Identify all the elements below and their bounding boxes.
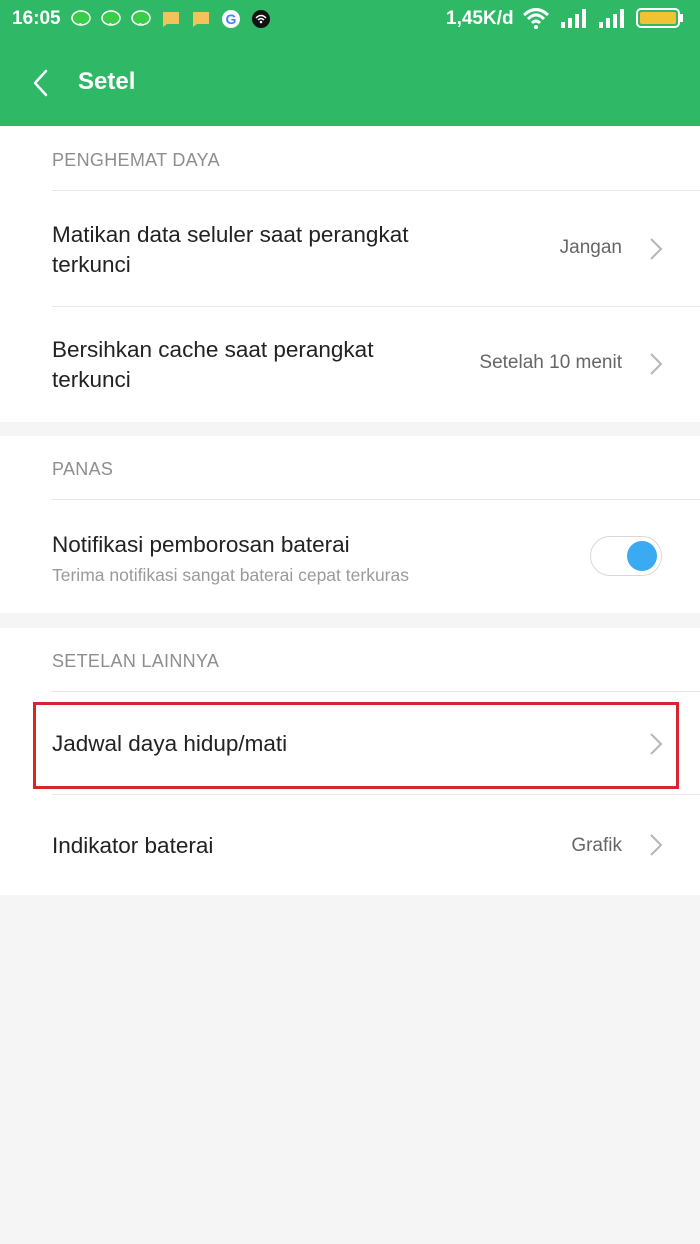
list-item-clear-cache[interactable]: Bersihkan cache saat perangkat terkunci … <box>0 307 700 422</box>
google-icon: G <box>220 8 242 30</box>
battery-icon <box>636 7 684 34</box>
signal-icon <box>560 7 588 34</box>
section-label: PANAS <box>52 459 114 479</box>
item-label: Notifikasi pemborosan baterai <box>52 532 350 557</box>
battery-drain-toggle[interactable] <box>590 536 662 576</box>
section-label: PENGHEMAT DAYA <box>52 150 220 170</box>
status-time: 16:05 <box>12 8 61 29</box>
app-bar: Setel <box>0 58 700 110</box>
back-button[interactable] <box>28 66 58 100</box>
chevron-right-icon <box>650 834 663 856</box>
chevron-left-icon <box>33 69 48 97</box>
toggle-knob <box>627 541 657 571</box>
item-value: Jangan <box>559 237 622 258</box>
header: 16:05 G 1,45K/d Setel <box>0 0 700 126</box>
message-icon <box>190 8 212 30</box>
line-icon <box>70 8 92 30</box>
item-label: Bersihkan cache saat perangkat terkunci <box>52 337 374 392</box>
system-icons <box>522 6 684 35</box>
item-value: Grafik <box>571 835 622 856</box>
signal-icon <box>598 7 626 34</box>
list-item-mobile-data[interactable]: Matikan data seluler saat perangkat terk… <box>0 191 700 306</box>
wifi-icon <box>522 6 550 35</box>
status-bar: 16:05 G 1,45K/d <box>0 0 700 40</box>
item-label: Indikator baterai <box>52 833 214 858</box>
network-speed: 1,45K/d <box>446 8 514 29</box>
item-description: Terima notifikasi sangat baterai cepat t… <box>52 565 409 585</box>
item-value: Setelah 10 menit <box>479 352 622 373</box>
svg-text:G: G <box>226 11 237 27</box>
list-item-battery-indicator[interactable]: Indikator baterai Grafik <box>0 795 700 895</box>
page-title: Setel <box>78 68 136 95</box>
notification-icons: G <box>70 8 272 30</box>
list-item-battery-drain-notification[interactable]: Notifikasi pemborosan baterai Terima not… <box>0 500 700 613</box>
item-label: Matikan data seluler saat perangkat terk… <box>52 222 409 277</box>
wifi-app-icon <box>250 8 272 30</box>
section-power-saver: PENGHEMAT DAYA Matikan data seluler saat… <box>0 126 700 422</box>
highlight-box <box>33 702 679 789</box>
line-icon <box>130 8 152 30</box>
section-label: SETELAN LAINNYA <box>52 651 220 671</box>
line-icon <box>100 8 122 30</box>
message-icon <box>160 8 182 30</box>
section-heat: PANAS Notifikasi pemborosan baterai Teri… <box>0 436 700 613</box>
chevron-right-icon <box>650 353 663 375</box>
chevron-right-icon <box>650 238 663 260</box>
